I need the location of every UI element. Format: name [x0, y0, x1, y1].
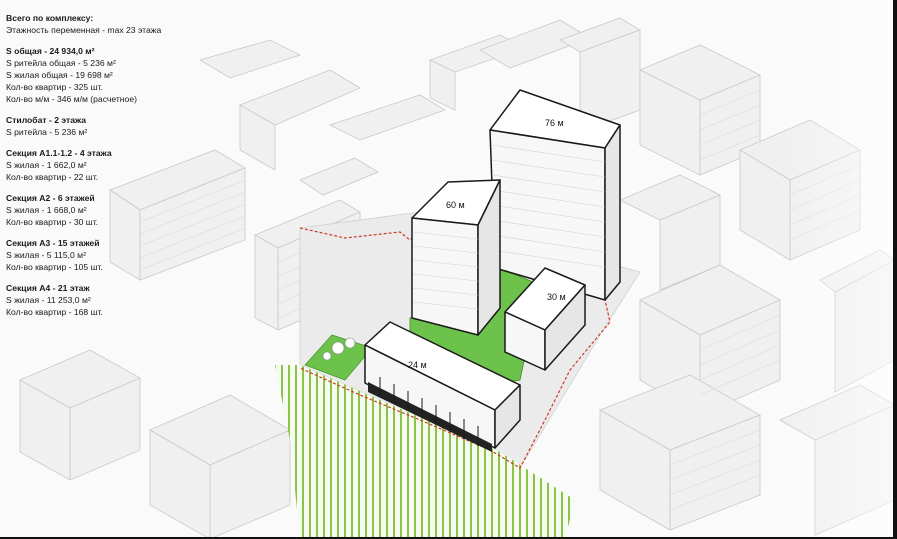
context-building: [299, 157, 379, 196]
legend-section-a11-title: Секция А1.1-1.2 - 4 этажа: [6, 148, 112, 158]
context-building: [254, 234, 279, 331]
legend-total-title: Всего по комплексу:: [6, 13, 94, 23]
podium-24-height-label: 24 м: [408, 360, 427, 370]
masterplan-view: 76 м 60 м 30 м 24 м Всего по комплексу: …: [0, 0, 897, 539]
legend-stylobate-title: Стилобат - 2 этажа: [6, 115, 86, 125]
legend-line: S жилая - 11 253,0 м²: [6, 295, 91, 305]
legend-line: S ритейла общая - 5 236 м²: [6, 58, 116, 68]
legend-panel: Всего по комплексу: Этажность переменная…: [6, 12, 226, 327]
legend-line: S жилая общая - 19 698 м²: [6, 70, 113, 80]
tree-icon: [331, 341, 345, 355]
tower-76-height-label: 76 м: [545, 118, 564, 128]
tower-76-side: [604, 124, 621, 301]
legend-line: S ритейла - 5 236 м²: [6, 127, 88, 137]
tree-icon: [344, 337, 356, 349]
context-building: [328, 94, 446, 141]
legend-areas: S общая - 24 934,0 м² S ритейла общая - …: [6, 45, 226, 105]
legend-line: Кол-во квартир - 168 шт.: [6, 307, 103, 317]
legend-line: Кол-во квартир - 30 шт.: [6, 217, 99, 227]
legend-stylobate: Стилобат - 2 этажа S ритейла - 5 236 м²: [6, 114, 226, 138]
tree-icon: [322, 351, 332, 361]
legend-line: Кол-во квартир - 325 шт.: [6, 82, 103, 92]
legend-areas-title: S общая - 24 934,0 м²: [6, 46, 95, 56]
legend-section-a3-title: Секция А3 - 15 этажей: [6, 238, 100, 248]
legend-line: S жилая - 5 115,0 м²: [6, 250, 86, 260]
legend-line: Кол-во квартир - 105 шт.: [6, 262, 103, 272]
legend-section-a3: Секция А3 - 15 этажей S жилая - 5 115,0 …: [6, 237, 226, 273]
legend-line: S жилая - 1 668,0 м²: [6, 205, 87, 215]
legend-section-a11: Секция А1.1-1.2 - 4 этажа S жилая - 1 66…: [6, 147, 226, 183]
legend-section-a2: Секция А2 - 6 этажей S жилая - 1 668,0 м…: [6, 192, 226, 228]
legend-total: Всего по комплексу: Этажность переменная…: [6, 12, 226, 36]
legend-section-a4: Секция А4 - 21 этаж S жилая - 11 253,0 м…: [6, 282, 226, 318]
legend-line: Кол-во м/м - 346 м/м (расчетное): [6, 94, 137, 104]
legend-line: Кол-во квартир - 22 шт.: [6, 172, 99, 182]
legend-total-floors: Этажность переменная - max 23 этажа: [6, 25, 162, 35]
legend-section-a2-title: Секция А2 - 6 этажей: [6, 193, 95, 203]
legend-line: S жилая - 1 662,0 м²: [6, 160, 87, 170]
right-fade: [780, 0, 897, 539]
tower-60-height-label: 60 м: [446, 200, 465, 210]
block-30-height-label: 30 м: [547, 292, 566, 302]
legend-section-a4-title: Секция А4 - 21 этаж: [6, 283, 90, 293]
